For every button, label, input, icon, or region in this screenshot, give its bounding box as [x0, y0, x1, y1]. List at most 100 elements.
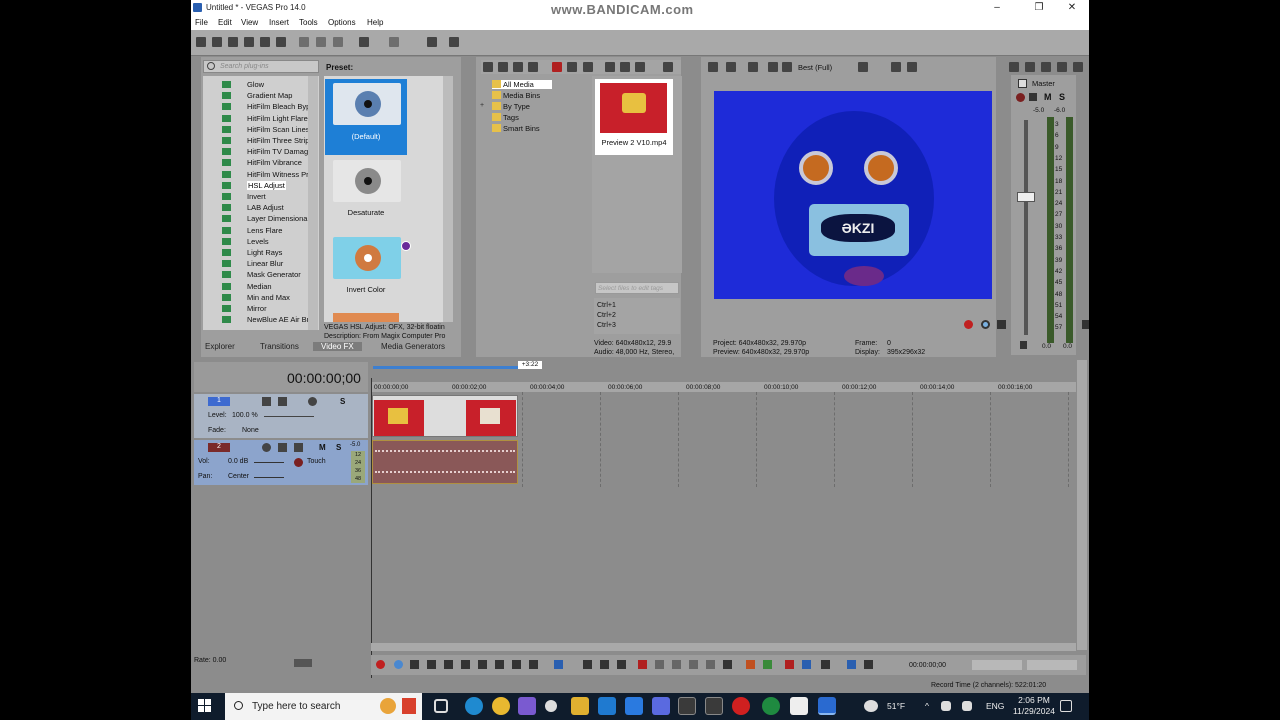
- fx-item[interactable]: Gradient Map: [247, 91, 292, 100]
- jog-field[interactable]: [1027, 660, 1077, 670]
- rate-slider[interactable]: [294, 659, 312, 667]
- automation-icon[interactable]: [308, 397, 317, 406]
- task-view-icon[interactable]: [434, 699, 448, 713]
- fx-item[interactable]: Light Rays: [247, 248, 282, 257]
- tree-by-type[interactable]: By Type: [503, 102, 530, 111]
- record-icon[interactable]: [964, 320, 973, 329]
- dual-view-icon[interactable]: [768, 62, 778, 72]
- loop-playback-icon[interactable]: [394, 660, 403, 669]
- fx-item[interactable]: Mask Generator: [247, 270, 301, 279]
- preset-invert-color[interactable]: Invert Color: [325, 237, 407, 297]
- media-fx-icon[interactable]: [567, 62, 577, 72]
- preset-desaturate[interactable]: Desaturate: [325, 160, 407, 220]
- close-button[interactable]: ✕: [1062, 1, 1082, 15]
- trim-start-icon[interactable]: [672, 660, 681, 669]
- store-icon[interactable]: [625, 697, 643, 715]
- master-fader-track[interactable]: [1024, 120, 1028, 335]
- fx-item[interactable]: HSL Adjust: [247, 180, 286, 190]
- selection-tool-icon[interactable]: [600, 660, 609, 669]
- fx-item[interactable]: HitFilm Three Strip: [247, 136, 309, 145]
- fx-item[interactable]: HitFilm Bleach Byp: [247, 102, 310, 111]
- downmix-icon[interactable]: [1025, 62, 1035, 72]
- stop-icon[interactable]: [461, 660, 470, 669]
- mail-icon[interactable]: [598, 697, 616, 715]
- master-solo-button[interactable]: S: [1059, 92, 1065, 102]
- master-fx-icon2[interactable]: [1029, 93, 1037, 103]
- whats-this-icon[interactable]: [449, 37, 459, 47]
- minimize-button[interactable]: –: [987, 1, 1007, 15]
- tag-input[interactable]: Select files to edit tags: [595, 282, 679, 294]
- preview-fx-icon[interactable]: [726, 62, 736, 72]
- split-icon[interactable]: [706, 660, 715, 669]
- trim-icon[interactable]: [655, 660, 664, 669]
- menu-tools[interactable]: Tools: [299, 18, 318, 27]
- web-icon[interactable]: [528, 62, 538, 72]
- level-slider[interactable]: [264, 416, 314, 417]
- stop-icon[interactable]: [620, 62, 630, 72]
- automation-icon[interactable]: [294, 443, 303, 452]
- search-highlight-gift-icon[interactable]: [402, 698, 416, 714]
- photos-icon[interactable]: [652, 697, 670, 715]
- menu-insert[interactable]: Insert: [269, 18, 289, 27]
- fx-item[interactable]: HitFilm Scan Lines: [247, 125, 310, 134]
- timeline-horizontal-scrollbar[interactable]: [371, 643, 1076, 651]
- master-fx-icon[interactable]: [1057, 62, 1067, 72]
- preview-quality-select[interactable]: Best (Full): [798, 63, 832, 72]
- loop-region-bar[interactable]: [373, 366, 518, 369]
- menu-help[interactable]: Help: [367, 18, 383, 27]
- tab-media-generators[interactable]: Media Generators: [381, 342, 445, 351]
- loop-playback-icon[interactable]: [981, 320, 990, 329]
- show-hidden-icons[interactable]: ^: [925, 701, 929, 711]
- track-mute-button[interactable]: M: [319, 443, 326, 452]
- lock-icon[interactable]: [1020, 341, 1027, 349]
- track-fx-icon[interactable]: [278, 397, 287, 406]
- tree-all-media[interactable]: All Media: [503, 80, 534, 89]
- tab-explorer[interactable]: Explorer: [205, 342, 235, 351]
- new-project-icon[interactable]: [196, 37, 206, 47]
- play-icon[interactable]: [605, 62, 615, 72]
- volume-slider[interactable]: [254, 462, 284, 463]
- paste-icon[interactable]: [333, 37, 343, 47]
- ripple-edit-icon[interactable]: [821, 660, 830, 669]
- normal-edit-tool-icon[interactable]: [554, 660, 563, 669]
- overlays-icon[interactable]: [782, 62, 792, 72]
- auto-preview-icon[interactable]: [635, 62, 645, 72]
- master-fader-knob[interactable]: [1017, 192, 1035, 202]
- master-fx-icon[interactable]: [1016, 93, 1025, 102]
- arm-record-icon[interactable]: [262, 443, 271, 452]
- track-solo-button[interactable]: S: [336, 443, 341, 452]
- file-explorer-icon[interactable]: [571, 697, 589, 715]
- region-icon[interactable]: [763, 660, 772, 669]
- network-icon[interactable]: [941, 701, 951, 711]
- fx-item[interactable]: Lens Flare: [247, 226, 282, 235]
- ignore-grouping-icon[interactable]: [847, 660, 856, 669]
- fx-item[interactable]: NewBlue AE Air Br: [247, 315, 309, 324]
- save-as-icon[interactable]: [244, 37, 254, 47]
- import-media-icon[interactable]: [483, 62, 493, 72]
- copilot-icon[interactable]: [518, 697, 536, 715]
- app-icon-2[interactable]: [705, 697, 723, 715]
- volume-icon[interactable]: [962, 701, 972, 711]
- play-from-start-icon[interactable]: [410, 660, 419, 669]
- timeline-vertical-scrollbar[interactable]: [1077, 360, 1087, 650]
- master-checkbox[interactable]: [1018, 79, 1027, 88]
- taskbar-search-box[interactable]: Type here to search: [225, 693, 422, 720]
- split-icon[interactable]: [427, 37, 437, 47]
- track-header-audio[interactable]: 2 M S Vol: 0.0 dB Touch Pan: Center -5.0…: [194, 440, 368, 485]
- zoom-tool-icon[interactable]: [617, 660, 626, 669]
- open-icon[interactable]: [212, 37, 222, 47]
- video-clip[interactable]: [372, 395, 518, 437]
- dim-icon[interactable]: [1041, 62, 1051, 72]
- trim-end-icon[interactable]: [689, 660, 698, 669]
- record-icon[interactable]: [376, 660, 385, 669]
- fx-item[interactable]: Median: [247, 282, 272, 291]
- go-to-start-icon[interactable]: [478, 660, 487, 669]
- preset-scrollbar[interactable]: [443, 76, 453, 322]
- fx-item[interactable]: HitFilm Witness Pr: [247, 170, 309, 179]
- split-screen-icon[interactable]: [748, 62, 758, 72]
- redo-icon[interactable]: [389, 37, 399, 47]
- track-header-video[interactable]: 1 S Level: 100.0 % Fade: None: [194, 394, 368, 438]
- fx-item[interactable]: HitFilm Light Flare: [247, 114, 308, 123]
- master-mute-button[interactable]: M: [1044, 92, 1052, 102]
- chrome-icon[interactable]: [492, 697, 510, 715]
